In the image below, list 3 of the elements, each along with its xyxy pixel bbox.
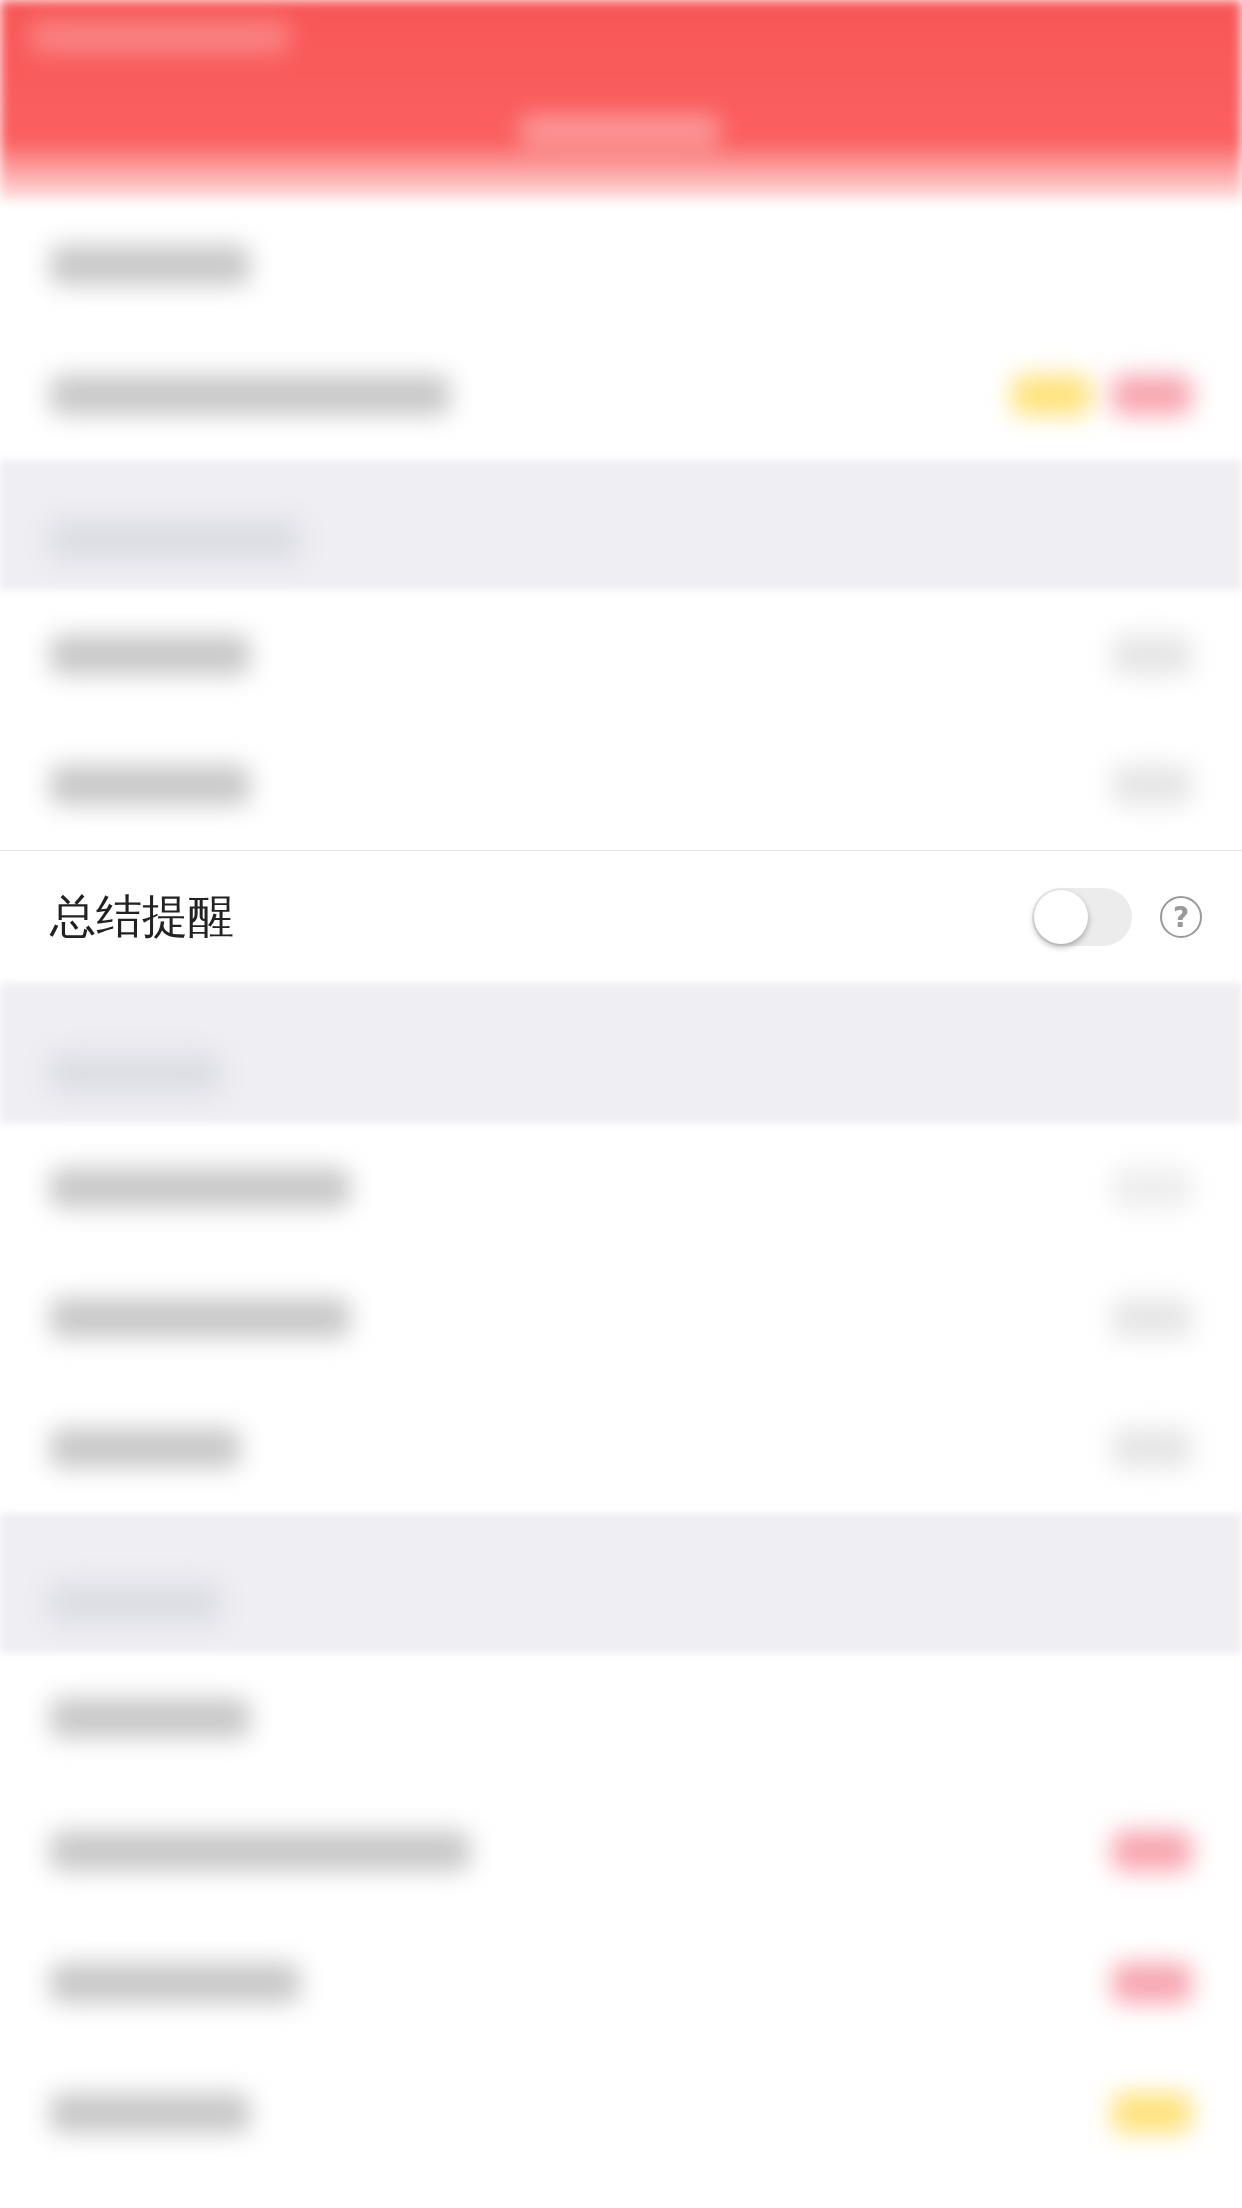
setting-label: 总结提醒: [50, 888, 235, 945]
help-icon[interactable]: ?: [1160, 896, 1202, 938]
toggle-switch[interactable]: [1032, 888, 1132, 946]
